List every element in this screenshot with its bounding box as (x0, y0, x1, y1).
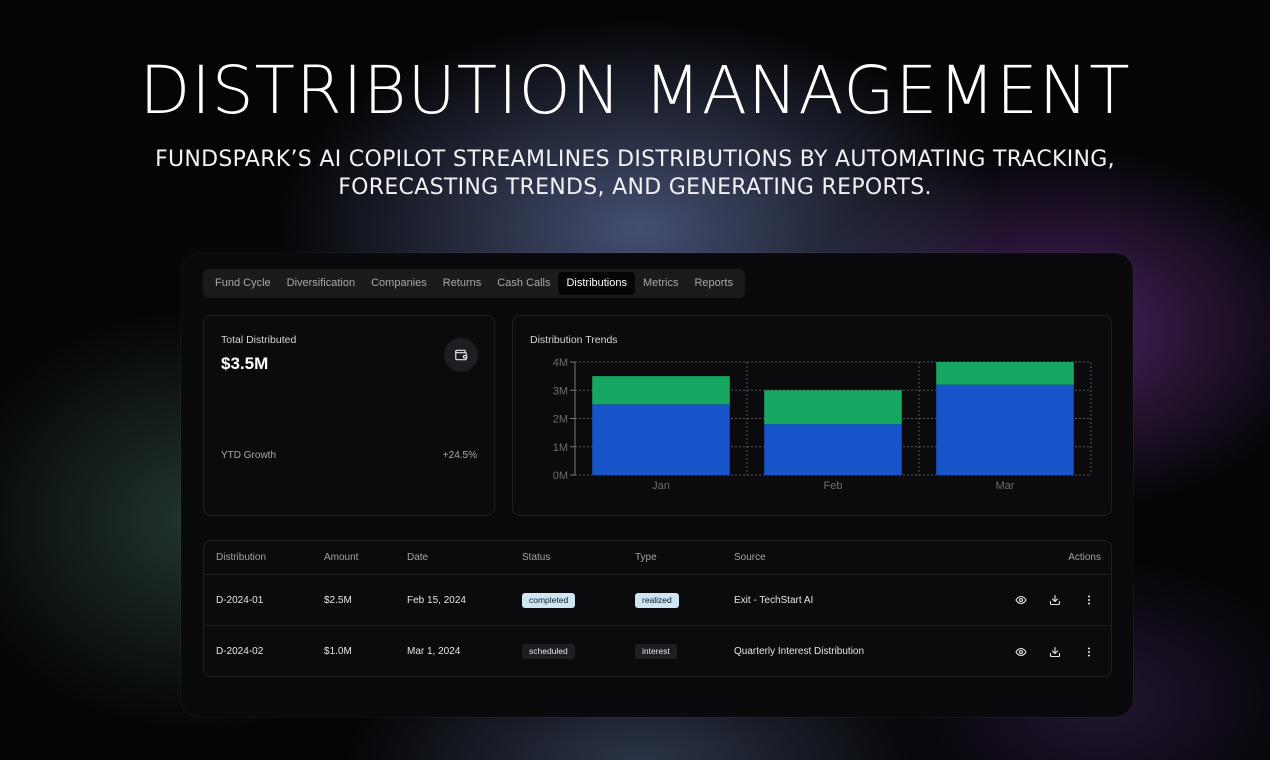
distribution-trends-card: Distribution Trends 0M 1M 2M 3M 4M Jan Feb Mar (512, 315, 1112, 516)
y-tick-label: 1M (553, 442, 568, 454)
hero-title: DISTRIBUTION MANAGEMENT (139, 52, 1131, 129)
row-status: completed (522, 575, 576, 625)
x-tick-label: Mar (996, 480, 1015, 492)
total-distributed-value: $3.5M (221, 354, 269, 373)
status-badge: completed (522, 592, 576, 608)
row-amount: $2.5M (324, 594, 352, 606)
view-button[interactable] (1014, 594, 1027, 607)
y-tick-label: 0M (553, 470, 568, 482)
distributions-table: Distribution Amount Date Status Type Sou… (203, 540, 1112, 677)
tab-bar: Fund Cycle Diversification Companies Ret… (203, 269, 745, 298)
row-actions (1014, 626, 1095, 677)
tab-reports[interactable]: Reports (686, 272, 741, 295)
table-row[interactable]: D-2024-02 $1.0M Mar 1, 2024 scheduled in… (204, 626, 1111, 677)
wallet-icon (455, 349, 468, 361)
tab-companies[interactable]: Companies (363, 272, 435, 295)
ytd-growth-value: +24.5% (442, 450, 477, 461)
row-distribution-id: D-2024-02 (216, 646, 264, 657)
more-vertical-icon (1087, 595, 1090, 605)
bar-segment (764, 390, 902, 425)
header-date: Date (407, 552, 429, 563)
more-vertical-icon (1087, 647, 1090, 656)
x-tick-label: Jan (652, 480, 670, 492)
ytd-growth-label: YTD Growth (221, 450, 277, 461)
row-date: Feb 15, 2024 (407, 594, 466, 606)
download-button[interactable] (1048, 645, 1061, 658)
bar-segment (936, 362, 1074, 385)
more-options-button[interactable] (1082, 594, 1095, 607)
header-distribution: Distribution (216, 552, 267, 563)
row-status: scheduled (522, 626, 575, 677)
hero-subtitle-line-1: FUNDSPARK’S AI COPILOT STREAMLINES DISTR… (155, 147, 1115, 172)
tab-cash-calls[interactable]: Cash Calls (489, 272, 558, 295)
table-row[interactable]: D-2024-01 $2.5M Feb 15, 2024 completed r… (204, 575, 1111, 626)
hero-subtitle-line-2: FORECASTING TRENDS, AND GENERATING REPOR… (338, 175, 932, 200)
y-tick-label: 3M (553, 385, 568, 397)
header-amount: Amount (324, 552, 359, 563)
download-icon (1049, 594, 1060, 606)
view-button[interactable] (1014, 645, 1027, 658)
wallet-button[interactable] (444, 338, 478, 372)
type-badge: interest (635, 644, 677, 659)
bar-segment (936, 384, 1074, 475)
eye-icon (1014, 647, 1027, 656)
row-amount: $1.0M (324, 646, 352, 657)
type-badge: realized (635, 592, 679, 608)
tab-metrics[interactable]: Metrics (635, 272, 686, 295)
row-type: interest (635, 626, 677, 677)
status-badge: scheduled (522, 644, 575, 659)
tab-returns[interactable]: Returns (435, 272, 490, 295)
row-source: Quarterly Interest Distribution (734, 646, 865, 657)
bar-segment (592, 376, 730, 405)
hero-subtitle: FUNDSPARK’S AI COPILOT STREAMLINES DISTR… (0, 146, 1270, 202)
header-type: Type (635, 552, 657, 563)
total-distributed-label: Total Distributed (221, 334, 297, 346)
bar-segment (764, 424, 902, 475)
eye-icon (1014, 595, 1027, 605)
more-options-button[interactable] (1082, 645, 1095, 658)
row-type: realized (635, 575, 679, 625)
header-source: Source (734, 552, 766, 563)
table-header-row: Distribution Amount Date Status Type Sou… (204, 541, 1111, 575)
download-button[interactable] (1048, 594, 1061, 607)
download-icon (1049, 646, 1060, 657)
total-distributed-card: Total Distributed $3.5M YTD Growth +24.5… (203, 315, 495, 516)
x-tick-label: Feb (824, 480, 843, 492)
y-tick-label: 4M (553, 357, 568, 369)
tab-fund-cycle[interactable]: Fund Cycle (207, 272, 279, 295)
bar-segment (592, 404, 730, 475)
row-date: Mar 1, 2024 (407, 646, 461, 657)
y-tick-label: 2M (553, 414, 568, 426)
distribution-trends-chart: 0M 1M 2M 3M 4M Jan Feb Mar (553, 357, 1092, 492)
header-actions: Actions (1068, 552, 1101, 563)
row-distribution-id: D-2024-01 (216, 594, 264, 606)
tab-diversification[interactable]: Diversification (279, 272, 363, 295)
dashboard-panel: Fund Cycle Diversification Companies Ret… (181, 253, 1133, 717)
row-actions (1014, 575, 1095, 625)
tab-distributions[interactable]: Distributions (558, 272, 635, 295)
header-status: Status (522, 552, 551, 563)
row-source: Exit - TechStart AI (734, 594, 814, 606)
